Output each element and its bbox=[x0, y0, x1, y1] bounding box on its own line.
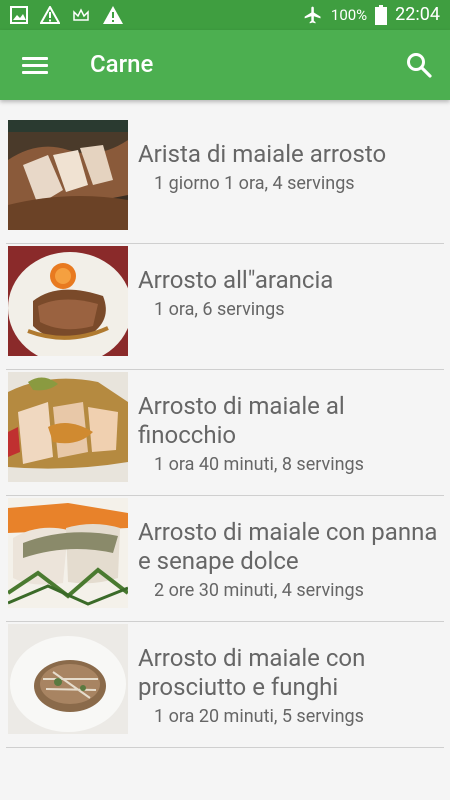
crown-icon bbox=[73, 8, 89, 21]
battery-icon bbox=[375, 4, 388, 25]
recipe-name: Arrosto di maiale al finocchio bbox=[138, 392, 345, 449]
recipe-thumbnail bbox=[8, 246, 128, 356]
menu-button[interactable] bbox=[20, 53, 50, 77]
hamburger-icon bbox=[22, 57, 48, 60]
notification-icons bbox=[10, 5, 124, 25]
recipe-name: Arrosto di maiale con panna e senape dol… bbox=[138, 518, 438, 575]
search-button[interactable] bbox=[404, 50, 434, 80]
recipe-row[interactable]: Arrosto di maiale al finocchio 1 ora 40 … bbox=[6, 370, 444, 496]
recipe-name: Arrosto all"arancia bbox=[138, 266, 334, 294]
recipe-name: Arista di maiale arrosto bbox=[138, 140, 387, 168]
recipe-thumbnail bbox=[8, 624, 128, 734]
status-right: 100% 22:04 bbox=[303, 4, 440, 25]
recipe-thumbnail bbox=[8, 372, 128, 482]
status-bar: 100% 22:04 bbox=[0, 0, 450, 30]
recipe-thumbnail bbox=[8, 498, 128, 608]
recipe-meta: 1 ora 40 minuti, 8 servings bbox=[154, 454, 364, 475]
search-icon bbox=[407, 53, 432, 78]
recipe-meta: 2 ore 30 minuti, 4 servings bbox=[154, 580, 364, 601]
recipe-thumbnail bbox=[8, 120, 128, 230]
recipe-row[interactable]: Arista di maiale arrosto 1 giorno 1 ora,… bbox=[6, 118, 444, 244]
recipe-list: Arista di maiale arrosto 1 giorno 1 ora,… bbox=[0, 118, 450, 748]
image-icon bbox=[10, 6, 28, 24]
airplane-icon bbox=[304, 6, 321, 23]
clock: 22:04 bbox=[395, 4, 440, 25]
recipe-row[interactable]: Arrosto di maiale con panna e senape dol… bbox=[6, 496, 444, 622]
app-bar: Carne bbox=[0, 30, 450, 100]
recipe-meta: 1 giorno 1 ora, 4 servings bbox=[154, 173, 355, 194]
recipe-row[interactable]: Arrosto all"arancia 1 ora, 6 servings bbox=[6, 244, 444, 370]
recipe-meta: 1 ora 20 minuti, 5 servings bbox=[154, 706, 364, 727]
page-title: Carne bbox=[90, 50, 154, 78]
recipe-name: Arrosto di maiale con prosciutto e fungh… bbox=[138, 644, 366, 701]
battery-percent: 100% bbox=[330, 5, 368, 24]
warning-filled-icon bbox=[103, 6, 123, 24]
recipe-meta: 1 ora, 6 servings bbox=[154, 299, 285, 320]
recipe-row[interactable]: Arrosto di maiale con prosciutto e fungh… bbox=[6, 622, 444, 748]
warning-icon bbox=[40, 6, 60, 24]
